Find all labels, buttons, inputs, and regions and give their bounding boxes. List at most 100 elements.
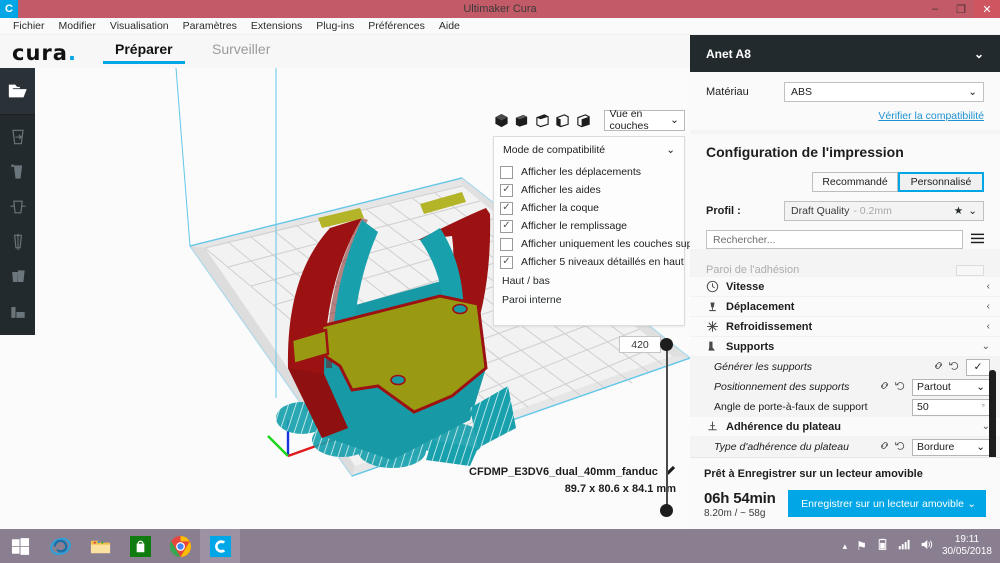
settings-category-supports[interactable]: Supports ⌄ bbox=[690, 337, 1000, 357]
link-icon[interactable] bbox=[933, 360, 944, 374]
option-show-shell[interactable]: ✓ Afficher la coque bbox=[494, 199, 684, 217]
menu-item-fichier[interactable]: Fichier bbox=[6, 18, 52, 35]
setting-adhesion-type[interactable]: Type d'adhérence du plateau Bordure ⌄ bbox=[690, 437, 1000, 457]
link-icon[interactable] bbox=[879, 380, 890, 394]
file-explorer-icon[interactable] bbox=[80, 529, 120, 563]
check-compatibility-link[interactable]: Vérifier la compatibilité bbox=[706, 110, 984, 122]
checkbox-checked-icon[interactable]: ✓ bbox=[500, 219, 513, 233]
settings-category-vitesse[interactable]: Vitesse ‹ bbox=[690, 277, 1000, 297]
minimize-button[interactable]: – bbox=[922, 0, 948, 18]
setting-support-overhang-angle[interactable]: Angle de porte-à-faux de support 50 ° bbox=[690, 397, 1000, 417]
settings-category-adherence[interactable]: Adhérence du plateau ⌄ bbox=[690, 417, 1000, 437]
settings-scrollbar[interactable] bbox=[989, 370, 996, 466]
chevron-left-icon: ‹ bbox=[986, 301, 990, 312]
option-show-infill[interactable]: ✓ Afficher le remplissage bbox=[494, 217, 684, 235]
settings-category-deplacement[interactable]: Déplacement ‹ bbox=[690, 297, 1000, 317]
menu-item-preferences[interactable]: Préférences bbox=[361, 18, 432, 35]
checkbox-checked-icon[interactable]: ✓ bbox=[500, 183, 513, 197]
tab-surveiller[interactable]: Surveiller bbox=[212, 41, 270, 57]
clock[interactable]: 19:11 30/05/2018 bbox=[942, 534, 992, 558]
option-show-only-top-layers[interactable]: Afficher uniquement les couches supérieu… bbox=[494, 235, 690, 253]
close-button[interactable]: ✕ bbox=[974, 0, 1000, 18]
menu-item-plugins[interactable]: Plug-ins bbox=[309, 18, 361, 35]
link-icon[interactable] bbox=[879, 440, 890, 454]
menu-item-parametres[interactable]: Paramètres bbox=[176, 18, 244, 35]
chevron-left-icon: ‹ bbox=[986, 281, 990, 292]
revert-icon[interactable] bbox=[895, 380, 906, 394]
hamburger-icon[interactable] bbox=[971, 233, 984, 247]
start-button-icon[interactable] bbox=[0, 529, 40, 563]
compatibility-mode-row[interactable]: Mode de compatibilité ⌄ bbox=[494, 137, 684, 163]
view-3d-icon[interactable] bbox=[493, 111, 510, 130]
option-show-helpers[interactable]: ✓ Afficher les aides bbox=[494, 181, 684, 199]
network-icon[interactable] bbox=[898, 538, 911, 554]
chevron-down-icon[interactable]: ⌄ bbox=[967, 498, 976, 510]
view-top-icon[interactable] bbox=[534, 111, 551, 130]
clipped-setting-value[interactable] bbox=[956, 264, 984, 276]
checkbox-checked-icon[interactable]: ✓ bbox=[500, 201, 513, 215]
windows-store-icon[interactable] bbox=[120, 529, 160, 563]
view-mode-dropdown[interactable]: Vue en couches ⌄ bbox=[603, 108, 685, 132]
show-hidden-icons-icon[interactable]: ▴ bbox=[843, 541, 848, 552]
support-blocker-tool-icon[interactable] bbox=[0, 294, 35, 329]
search-input[interactable]: Rechercher... bbox=[706, 230, 963, 249]
option-show-travels[interactable]: Afficher les déplacements bbox=[494, 163, 684, 181]
menu-item-aide[interactable]: Aide bbox=[432, 18, 467, 35]
rotate-tool-icon[interactable] bbox=[0, 189, 35, 224]
layer-value-field[interactable]: 420 bbox=[619, 336, 661, 353]
star-icon[interactable]: ★ bbox=[954, 205, 963, 217]
layer-view-panel: Mode de compatibilité ⌄ Afficher les dép… bbox=[493, 136, 690, 326]
view-right-icon[interactable] bbox=[575, 111, 592, 130]
checkbox-checked-icon[interactable]: ✓ bbox=[500, 255, 513, 269]
setting-checkbox[interactable]: ✓ bbox=[966, 358, 990, 376]
setting-support-placement[interactable]: Positionnement des supports Partout ⌄ bbox=[690, 377, 1000, 397]
per-model-settings-tool-icon[interactable] bbox=[0, 259, 35, 294]
mode-custom-button[interactable]: Personnalisé bbox=[898, 172, 984, 192]
category-label: Adhérence du plateau bbox=[726, 420, 841, 433]
setting-dropdown[interactable]: Bordure ⌄ bbox=[912, 438, 990, 456]
layer-slider-handle-bottom[interactable] bbox=[660, 504, 673, 517]
view-left-icon[interactable] bbox=[555, 111, 572, 130]
setting-dropdown[interactable]: Partout ⌄ bbox=[912, 378, 990, 396]
option-label: Afficher les déplacements bbox=[521, 166, 642, 178]
action-center-icon[interactable]: ⚑ bbox=[856, 539, 867, 553]
volume-icon[interactable] bbox=[920, 538, 933, 554]
profile-dropdown[interactable]: Draft Quality - 0.2mm ★ ⌄ bbox=[784, 201, 984, 221]
option-show-five-detailed-layers[interactable]: ✓ Afficher 5 niveaux détaillés en haut bbox=[494, 253, 684, 271]
revert-icon[interactable] bbox=[949, 360, 960, 374]
battery-icon[interactable] bbox=[876, 538, 889, 554]
cura-taskbar-icon[interactable] bbox=[200, 529, 240, 563]
setting-number-input[interactable]: 50 ° bbox=[912, 398, 990, 416]
checkbox-unchecked-icon[interactable] bbox=[500, 237, 513, 251]
print-time: 06h 54min bbox=[704, 490, 776, 507]
internet-explorer-icon[interactable] bbox=[40, 529, 80, 563]
google-chrome-icon[interactable] bbox=[160, 529, 200, 563]
maximize-button[interactable]: ❐ bbox=[948, 0, 974, 18]
revert-icon[interactable] bbox=[895, 440, 906, 454]
category-label: Déplacement bbox=[726, 300, 795, 313]
setting-generate-support[interactable]: Générer les supports ✓ bbox=[690, 357, 1000, 377]
mode-recommended-button[interactable]: Recommandé bbox=[812, 172, 898, 192]
mirror-tool-icon[interactable] bbox=[0, 224, 35, 259]
layer-slider-track[interactable] bbox=[666, 344, 668, 516]
travel-icon bbox=[704, 300, 720, 313]
view-toolbar: Vue en couches ⌄ bbox=[493, 108, 685, 132]
menu-item-modifier[interactable]: Modifier bbox=[52, 18, 103, 35]
3d-viewport[interactable]: Vue en couches ⌄ Mode de compatibilité ⌄… bbox=[0, 68, 690, 529]
menu-item-extensions[interactable]: Extensions bbox=[244, 18, 309, 35]
open-file-button[interactable] bbox=[0, 68, 35, 115]
move-tool-icon[interactable] bbox=[0, 119, 35, 154]
clock-time: 19:11 bbox=[954, 534, 980, 545]
view-front-icon[interactable] bbox=[514, 111, 531, 130]
menu-item-visualisation[interactable]: Visualisation bbox=[103, 18, 176, 35]
material-dropdown[interactable]: ABS ⌄ bbox=[784, 82, 984, 102]
settings-category-refroidissement[interactable]: Refroidissement ‹ bbox=[690, 317, 1000, 337]
checkbox-unchecked-icon[interactable] bbox=[500, 165, 513, 179]
tab-preparer[interactable]: Préparer bbox=[103, 41, 185, 64]
material-usage: 8.20m / ~ 58g bbox=[704, 508, 766, 519]
layer-slider-handle-top[interactable] bbox=[660, 338, 673, 351]
printer-selector[interactable]: Anet A8 ⌄ bbox=[690, 35, 1000, 72]
scale-tool-icon[interactable] bbox=[0, 154, 35, 189]
save-to-removable-drive-button[interactable]: Enregistrer sur un lecteur amovible ⌄ bbox=[788, 490, 986, 517]
chevron-down-icon: ⌄ bbox=[968, 86, 977, 98]
